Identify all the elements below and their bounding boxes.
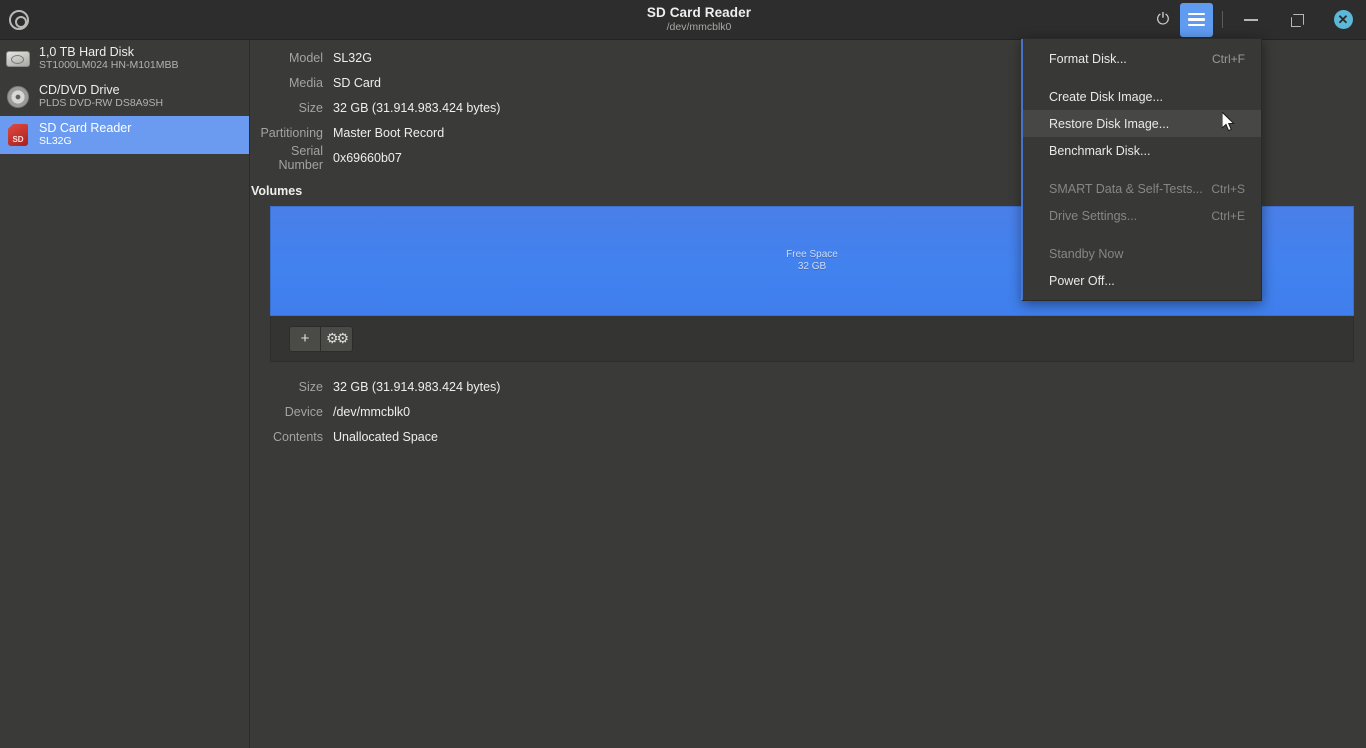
- titlebar-divider: [1222, 11, 1223, 28]
- table-row: Contents Unallocated Space: [251, 424, 1366, 449]
- field-value: Unallocated Space: [333, 429, 438, 444]
- hamburger-menu-button[interactable]: [1180, 2, 1213, 37]
- additional-partition-options-button[interactable]: ⚙⚙: [321, 325, 353, 352]
- sidebar-item-hard-disk[interactable]: 1,0 TB Hard Disk ST1000LM024 HN-M101MBB: [0, 40, 249, 78]
- device-model: ST1000LM024 HN-M101MBB: [39, 59, 179, 72]
- sd-card-icon: [6, 123, 30, 147]
- device-name: 1,0 TB Hard Disk: [39, 45, 134, 60]
- volumes-toolbar: + ⚙⚙: [270, 316, 1354, 362]
- hard-disk-icon: [6, 47, 30, 71]
- volume-segment-title: Free Space: [786, 248, 838, 260]
- menu-separator: [1023, 164, 1261, 175]
- menu-item-label: Create Disk Image...: [1049, 89, 1163, 104]
- window-title-block: SD Card Reader /dev/mmcblk0: [250, 4, 1148, 34]
- menu-item-benchmark-disk[interactable]: Benchmark Disk...: [1023, 137, 1261, 164]
- menu-item-label: Format Disk...: [1049, 51, 1127, 66]
- device-sidebar: 1,0 TB Hard Disk ST1000LM024 HN-M101MBB …: [0, 40, 250, 748]
- menu-item-label: SMART Data & Self-Tests...: [1049, 181, 1203, 196]
- power-icon: ⏻: [1156, 10, 1170, 28]
- disks-window: SD Card Reader /dev/mmcblk0 ⏻ ✕ 1,0 TB H…: [0, 0, 1366, 748]
- field-value: 32 GB (31.914.983.424 bytes): [333, 100, 501, 115]
- field-label: Partitioning: [260, 125, 323, 140]
- window-subtitle: /dev/mmcblk0: [666, 21, 732, 34]
- menu-item-label: Power Off...: [1049, 273, 1115, 288]
- window-buttons: ✕: [1236, 5, 1358, 35]
- field-label: Serial Number: [278, 143, 323, 172]
- menu-item-format-disk[interactable]: Format Disk... Ctrl+F: [1023, 45, 1261, 72]
- menu-item-label: Benchmark Disk...: [1049, 143, 1151, 158]
- minimize-icon: [1244, 18, 1258, 21]
- titlebar-left: [0, 9, 250, 30]
- field-label: Size: [298, 379, 323, 394]
- minimize-button[interactable]: [1236, 5, 1266, 35]
- field-value: 0x69660b07: [333, 150, 402, 165]
- sidebar-item-sd-card-reader[interactable]: SD Card Reader SL32G: [0, 116, 249, 154]
- titlebar-controls: ⏻ ✕: [1148, 0, 1366, 40]
- maximize-button[interactable]: [1282, 5, 1312, 35]
- sidebar-item-cd-dvd[interactable]: CD/DVD Drive PLDS DVD-RW DS8A9SH: [0, 78, 249, 116]
- plus-icon: +: [300, 330, 310, 347]
- menu-separator: [1023, 72, 1261, 83]
- field-label: Model: [288, 50, 323, 65]
- device-name: SD Card Reader: [39, 121, 132, 136]
- menu-item-label: Standby Now: [1049, 246, 1124, 261]
- hamburger-menu-icon-line: [1188, 12, 1205, 16]
- hamburger-menu-icon-line: [1188, 23, 1205, 27]
- close-icon: ✕: [1333, 10, 1353, 29]
- menu-item-label: Restore Disk Image...: [1049, 116, 1170, 131]
- disk-icon: [9, 9, 29, 30]
- volume-segment-label: Free Space 32 GB: [786, 249, 838, 274]
- close-button[interactable]: ✕: [1328, 5, 1358, 35]
- hamburger-menu-icon-line: [1188, 18, 1205, 21]
- cd-dvd-icon: [6, 85, 30, 109]
- field-label: Contents: [272, 429, 323, 444]
- field-label: Device: [284, 404, 323, 419]
- create-partition-button[interactable]: +: [289, 325, 321, 352]
- menu-item-shortcut: Ctrl+F: [1212, 51, 1245, 66]
- device-model: SL32G: [39, 135, 72, 148]
- field-value: /dev/mmcblk0: [333, 404, 411, 419]
- field-value: SD Card: [333, 75, 381, 90]
- field-value: 32 GB (31.914.983.424 bytes): [333, 379, 501, 394]
- menu-item-smart-data[interactable]: SMART Data & Self-Tests... Ctrl+S: [1023, 175, 1261, 202]
- gears-icon: ⚙⚙: [325, 330, 349, 346]
- volume-segment-size: 32 GB: [797, 261, 827, 272]
- volume-details-table: Size 32 GB (31.914.983.424 bytes) Device…: [251, 374, 1366, 449]
- power-button[interactable]: ⏻: [1148, 5, 1178, 35]
- menu-item-shortcut: Ctrl+E: [1211, 208, 1245, 223]
- menu-item-create-disk-image[interactable]: Create Disk Image...: [1023, 83, 1261, 110]
- field-label: Size: [298, 100, 323, 115]
- menu-item-shortcut: Ctrl+S: [1211, 181, 1245, 196]
- menu-item-power-off[interactable]: Power Off...: [1023, 267, 1261, 294]
- maximize-icon: [1289, 12, 1305, 28]
- menu-item-standby-now[interactable]: Standby Now: [1023, 240, 1261, 267]
- field-value: Master Boot Record: [333, 125, 445, 140]
- device-name: CD/DVD Drive: [39, 83, 120, 98]
- field-value: SL32G: [333, 50, 372, 65]
- titlebar: SD Card Reader /dev/mmcblk0 ⏻ ✕: [0, 0, 1366, 40]
- menu-item-label: Drive Settings...: [1049, 208, 1138, 223]
- field-label: Media: [288, 75, 323, 90]
- table-row: Device /dev/mmcblk0: [251, 399, 1366, 424]
- drive-options-menu: Format Disk... Ctrl+F Create Disk Image.…: [1021, 38, 1262, 301]
- menu-separator: [1023, 229, 1261, 240]
- table-row: Size 32 GB (31.914.983.424 bytes): [251, 374, 1366, 399]
- menu-item-restore-disk-image[interactable]: Restore Disk Image...: [1023, 110, 1261, 137]
- menu-item-drive-settings[interactable]: Drive Settings... Ctrl+E: [1023, 202, 1261, 229]
- device-model: PLDS DVD-RW DS8A9SH: [39, 97, 164, 110]
- page-title: SD Card Reader: [646, 4, 752, 20]
